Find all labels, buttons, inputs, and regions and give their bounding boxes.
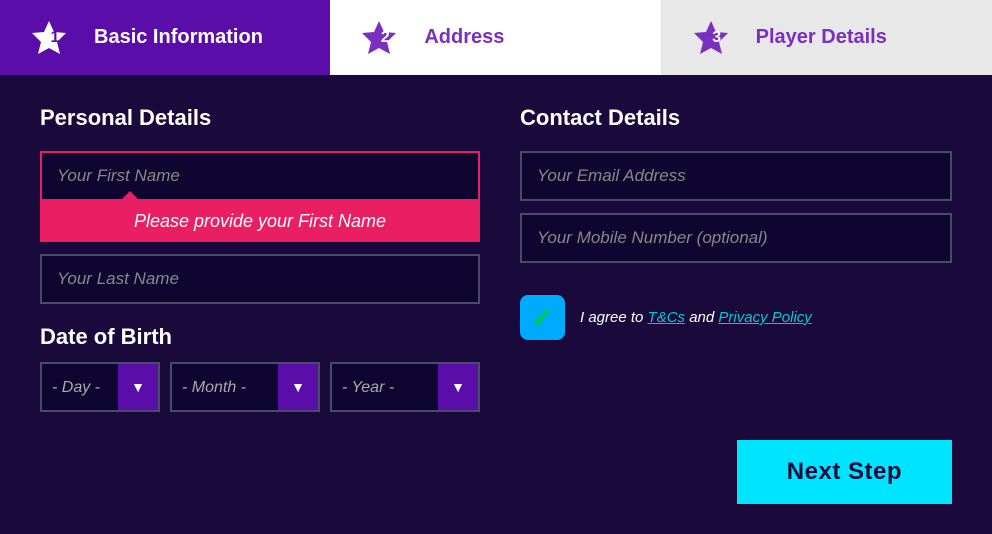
steps-header: 1 Basic Information 2 Address 3 Player D… <box>0 0 992 75</box>
year-arrow-icon: ▼ <box>438 364 478 410</box>
day-arrow-icon: ▼ <box>118 364 158 410</box>
terms-row: ✓ I agree to T&Cs and Privacy Policy <box>520 295 952 340</box>
terms-text: I agree to T&Cs and Privacy Policy <box>580 309 812 326</box>
year-select-wrapper: - Year - ▼ <box>330 362 480 412</box>
next-step-button[interactable]: Next Step <box>737 440 952 504</box>
error-arrow <box>120 191 140 201</box>
mobile-input[interactable] <box>520 213 952 263</box>
last-name-input[interactable] <box>40 254 480 304</box>
step-1-number: 1 <box>36 29 74 47</box>
month-select[interactable]: - Month - <box>172 364 278 410</box>
month-arrow-icon: ▼ <box>278 364 318 410</box>
checkmark-icon: ✓ <box>531 301 554 334</box>
day-select-wrapper: - Day - ▼ <box>40 362 160 412</box>
terms-text-before: I agree to <box>580 309 648 326</box>
error-text: Please provide your First Name <box>55 211 465 232</box>
step-1-label: Basic Information <box>94 26 263 49</box>
tc-link[interactable]: T&Cs <box>648 309 686 326</box>
terms-checkbox[interactable]: ✓ <box>520 295 565 340</box>
step-1[interactable]: 1 Basic Information <box>0 0 330 75</box>
day-select[interactable]: - Day - <box>42 364 118 410</box>
personal-details-title: Personal Details <box>40 105 480 131</box>
terms-text-middle: and <box>685 309 718 326</box>
step-3[interactable]: 3 Player Details <box>662 0 992 75</box>
left-column: Personal Details Please provide your Fir… <box>40 105 480 504</box>
privacy-link[interactable]: Privacy Policy <box>718 309 811 326</box>
step-2[interactable]: 2 Address <box>330 0 661 75</box>
content-wrapper: Personal Details Please provide your Fir… <box>0 75 992 534</box>
dob-title: Date of Birth <box>40 324 480 350</box>
year-select[interactable]: - Year - <box>332 364 438 410</box>
step-2-number: 2 <box>366 29 404 47</box>
step-3-number: 3 <box>698 29 736 47</box>
step-2-label: Address <box>424 26 504 49</box>
contact-details-title: Contact Details <box>520 105 952 131</box>
month-select-wrapper: - Month - ▼ <box>170 362 320 412</box>
first-name-input[interactable] <box>40 151 480 201</box>
dob-selects: - Day - ▼ - Month - ▼ - Year <box>40 362 480 412</box>
error-message-container: Please provide your First Name <box>40 201 480 242</box>
step-3-label: Player Details <box>756 26 887 49</box>
email-input[interactable] <box>520 151 952 201</box>
